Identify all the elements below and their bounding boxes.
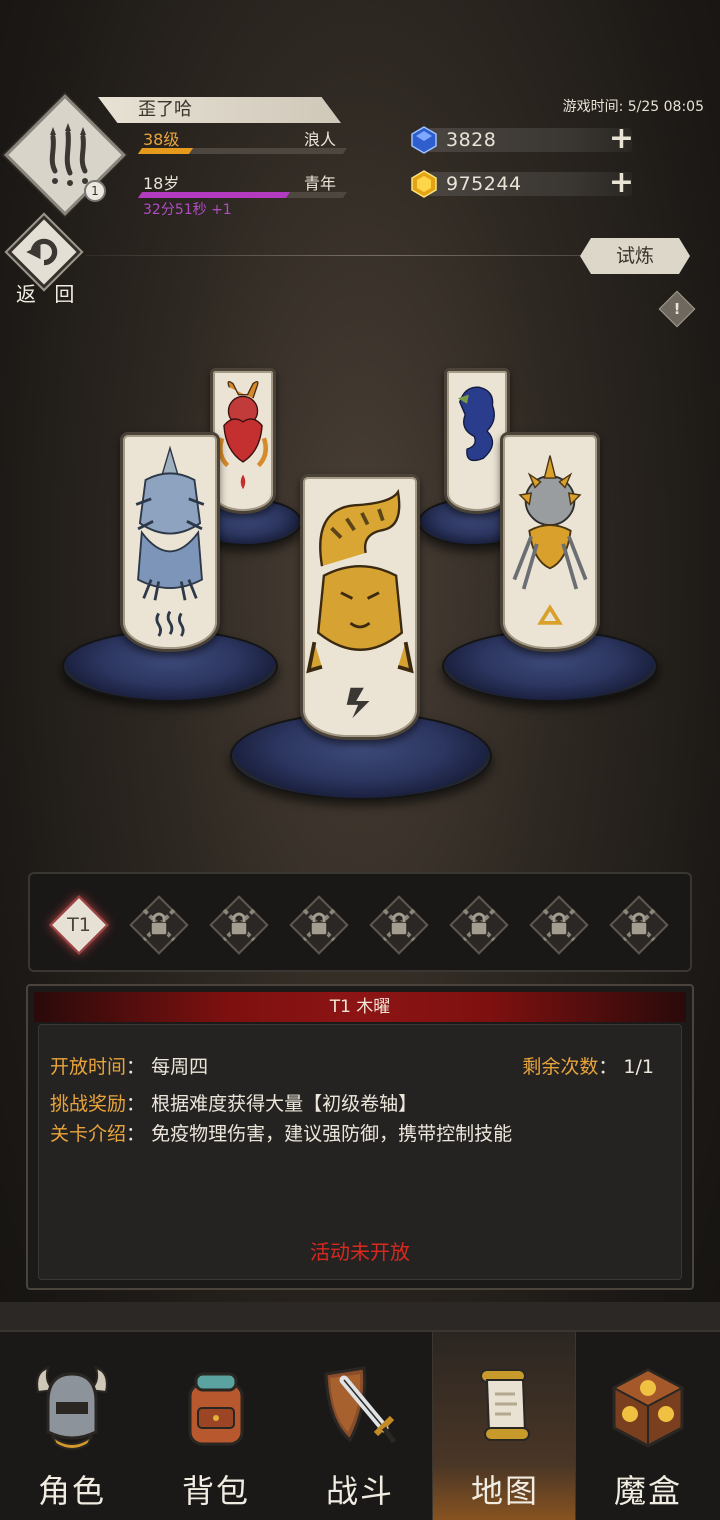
helmet-icon: [36, 1366, 108, 1450]
ice-golem-icon: [135, 445, 205, 637]
game-time: 游戏时间: 5/25 08:05: [562, 99, 704, 115]
tier-locked-3[interactable]: [209, 895, 269, 955]
nav-tab-bag[interactable]: 背包: [144, 1332, 288, 1520]
nav-label-map: 地图: [470, 1472, 539, 1510]
level-text: 38级: [143, 130, 180, 149]
tier-locked-2[interactable]: [129, 895, 189, 955]
monster-card-ice-golem[interactable]: [120, 432, 220, 652]
tier-t1[interactable]: T1: [49, 895, 109, 955]
trial-button[interactable]: 试炼: [580, 238, 690, 274]
level-row: 38级 浪人: [137, 126, 348, 156]
remaining-key: 剩余次数: [522, 1056, 599, 1078]
age-timer: 32分51秒 +1: [143, 202, 232, 218]
monster-card-sand-beast[interactable]: [300, 474, 420, 740]
back-button[interactable]: 返 回: [7, 215, 84, 310]
event-status: 活动未开放: [310, 1240, 410, 1264]
emblem-level-badge: 1: [84, 180, 106, 202]
chained-lock-icon: [302, 908, 336, 942]
open-time-key: 开放时间: [50, 1056, 127, 1078]
diamond-value: 3828: [446, 129, 497, 151]
bottom-nav: 角色 背包 战斗 地图 魔盒: [0, 1330, 720, 1520]
age-text: 18岁: [143, 174, 180, 193]
player-emblem[interactable]: [4, 94, 126, 216]
nav-tab-character[interactable]: 角色: [0, 1332, 144, 1520]
age-stage-text: 青年: [303, 174, 336, 193]
diamond-currency: 3828 +: [410, 124, 640, 154]
nav-separator: [0, 1302, 720, 1330]
level-progress-bar: [137, 148, 348, 154]
reward-row: 挑战奖励： 根据难度获得大量【初级卷轴】: [50, 1093, 418, 1115]
sand-beast-icon: [306, 488, 414, 719]
open-time-value: 每周四: [151, 1056, 209, 1078]
tier-t1-label: T1: [67, 914, 91, 936]
tier-locked-8[interactable]: [609, 895, 669, 955]
magic-box-icon: [611, 1368, 685, 1448]
nav-tab-map[interactable]: 地图: [432, 1332, 576, 1520]
backpack-icon: [188, 1372, 244, 1446]
age-progress-bar: [137, 192, 348, 198]
reward-key: 挑战奖励: [50, 1093, 127, 1115]
stage-title: T1 木曜: [34, 992, 686, 1022]
gold-value: 975244: [446, 173, 522, 195]
exclamation-icon: !: [673, 300, 681, 318]
nav-tab-magic-box[interactable]: 魔盒: [576, 1332, 720, 1520]
nav-tab-battle[interactable]: 战斗: [288, 1332, 432, 1520]
nav-label-bag: 背包: [181, 1472, 250, 1510]
class-text: 浪人: [303, 130, 336, 149]
nav-label-magic-box: 魔盒: [613, 1472, 682, 1510]
add-diamond-button[interactable]: +: [609, 124, 634, 154]
remaining-value: 1/1: [623, 1056, 654, 1078]
tier-locked-7[interactable]: [529, 895, 589, 955]
sword-shield-icon: [324, 1366, 397, 1444]
diamond-icon: [411, 126, 437, 154]
tier-selector: T1: [28, 872, 692, 972]
chained-lock-icon: [462, 908, 496, 942]
monster-card-spiked-crawler[interactable]: [500, 432, 600, 652]
intro-row: 关卡介绍： 免疫物理伤害，建议强防御，携带控制技能: [50, 1123, 513, 1145]
age-row: 18岁 青年 32分51秒 +1: [137, 170, 348, 220]
chained-lock-icon: [222, 908, 256, 942]
fire-demon-icon: [218, 381, 268, 490]
remaining-attempts: 剩余次数： 1/1: [522, 1056, 654, 1078]
scroll-map-icon: [480, 1369, 530, 1441]
tier-locked-5[interactable]: [369, 895, 429, 955]
player-name: 歪了哈: [98, 97, 341, 123]
spiked-crawler-icon: [512, 455, 588, 625]
chained-lock-icon: [542, 908, 576, 942]
info-button[interactable]: !: [658, 290, 696, 328]
chained-lock-icon: [622, 908, 656, 942]
add-gold-button[interactable]: +: [609, 168, 634, 198]
intro-key: 关卡介绍: [50, 1123, 127, 1145]
gold-currency: 975244 +: [410, 168, 640, 198]
back-label: 返 回: [16, 282, 81, 306]
nav-label-character: 角色: [37, 1472, 106, 1510]
shadow-dragon-icon: [457, 386, 495, 490]
nav-label-battle: 战斗: [325, 1472, 394, 1510]
reward-value: 根据难度获得大量【初级卷轴】: [151, 1093, 418, 1115]
chained-lock-icon: [382, 908, 416, 942]
intro-value: 免疫物理伤害，建议强防御，携带控制技能: [151, 1123, 513, 1145]
tier-locked-6[interactable]: [449, 895, 509, 955]
chained-lock-icon: [142, 908, 176, 942]
open-time-row: 开放时间： 每周四: [50, 1056, 209, 1078]
gold-coin-icon: [411, 170, 437, 198]
tier-locked-4[interactable]: [289, 895, 349, 955]
